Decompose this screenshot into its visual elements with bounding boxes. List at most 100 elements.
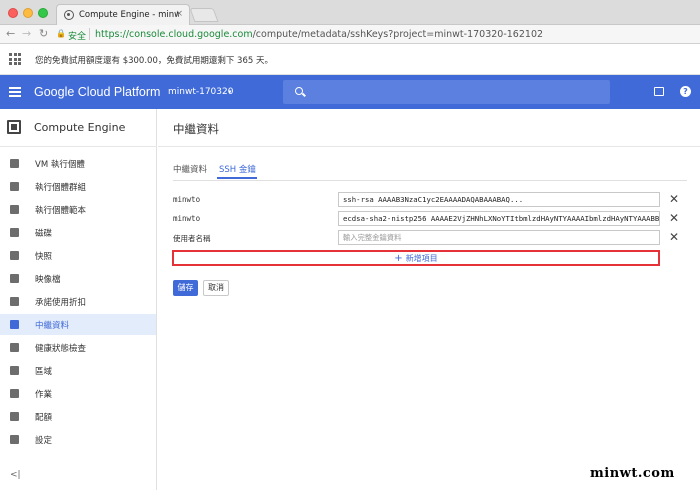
gcp-header: Google Cloud Platform minwt-170320 ▾ ? [0,75,700,109]
sidebar-item-label: 健康狀態檢查 [35,344,87,354]
ssh-key-username: minwto [173,214,201,223]
gear-icon [10,435,19,444]
ssh-key-field[interactable]: ssh-rsa AAAAB3NzaC1yc2EAAAADAQABAAABAQ..… [338,192,660,207]
tab-title: Compute Engine - minwt-1703 [79,10,179,20]
sidebar-header: Compute Engine [0,109,157,147]
search-input[interactable] [283,80,610,104]
sidebar-item-quotas[interactable]: 配額 [0,406,156,427]
add-item-label: 新增項目 [405,253,438,263]
tab-ssh-keys[interactable]: SSH 金鑰 [219,163,256,175]
metadata-list-icon [10,320,19,329]
sidebar-item-operations[interactable]: 作業 [0,383,156,404]
sidebar-item-instance-groups[interactable]: 執行個體群組 [0,176,156,197]
sidebar-item-images[interactable]: 映像檔 [0,268,156,289]
tab-metadata[interactable]: 中繼資料 [173,163,207,175]
instance-groups-icon [10,182,19,191]
sidebar-item-label: 配額 [35,413,53,423]
health-check-icon [10,343,19,352]
save-button[interactable]: 儲存 [173,280,198,296]
image-icon [10,274,19,283]
sidebar-item-vm-instances[interactable]: VM 執行個體 [0,153,156,174]
maximize-window-button[interactable] [38,8,48,18]
back-arrow-icon[interactable]: ← [6,27,15,40]
search-icon [295,87,303,95]
ssh-key-row: minwto ssh-rsa AAAAB3NzaC1yc2EAAAADAQABA… [173,192,693,207]
cancel-button[interactable]: 取消 [203,280,229,296]
project-caret-icon[interactable]: ▾ [228,88,232,96]
sidebar-item-committed-use[interactable]: 承諾使用折扣 [0,291,156,312]
apps-grid-icon[interactable] [9,53,21,65]
compute-engine-favicon-icon [64,10,74,20]
project-selector[interactable]: minwt-170320 [168,87,233,97]
url-input[interactable]: https://console.cloud.google.com/compute… [95,29,543,40]
add-item-button[interactable]: + 新增項目 [172,250,660,266]
sidebar-item-label: 中繼資料 [35,321,70,331]
zones-grid-icon [10,366,19,375]
snapshot-icon [10,251,19,260]
gcp-title[interactable]: Google Cloud Platform [34,85,160,99]
new-tab-button[interactable] [189,8,219,22]
collapse-sidebar-icon[interactable]: <| [10,470,21,480]
secure-label: 安全 [68,32,87,42]
browser-tab[interactable]: Compute Engine - minwt-1703 × [56,4,190,25]
url-path: /compute/metadata/sshKeys?project=minwt-… [252,29,544,40]
ssh-key-row: minwto ecdsa-sha2-nistp256 AAAAE2VjZHNhL… [173,211,693,226]
free-trial-text: 您的免費試用額度還有 $300.00，免費試用期還剩下 365 天。 [35,56,273,66]
ssh-key-row-new: 使用者名稱 輸入完整金鑰資料 ✕ [173,230,693,245]
vm-instances-icon [10,159,19,168]
sidebar-item-label: 映像檔 [35,275,61,285]
sidebar: Compute Engine VM 執行個體 執行個體群組 執行個體範本 磁碟 … [0,109,157,490]
watermark: minwt.com [590,466,675,481]
help-icon[interactable]: ? [680,86,691,97]
sidebar-item-label: 快照 [35,252,53,262]
cloud-shell-icon[interactable] [654,87,664,96]
close-window-button[interactable] [8,8,18,18]
sidebar-item-zones[interactable]: 區域 [0,360,156,381]
reload-icon[interactable]: ↻ [39,27,48,40]
sidebar-item-label: 執行個體群組 [35,183,87,193]
new-ssh-key-input[interactable]: 輸入完整金鑰資料 [338,230,660,245]
lock-icon: 🔒 [56,29,66,38]
sidebar-item-snapshots[interactable]: 快照 [0,245,156,266]
clock-icon [10,389,19,398]
free-trial-bar: 您的免費試用額度還有 $300.00，免費試用期還剩下 365 天。 [0,44,700,75]
disk-icon [10,228,19,237]
username-label: 使用者名稱 [173,234,211,243]
sidebar-item-instance-templates[interactable]: 執行個體範本 [0,199,156,220]
plus-icon: + [394,252,403,264]
sidebar-item-disks[interactable]: 磁碟 [0,222,156,243]
delete-icon[interactable]: ✕ [669,192,679,206]
sidebar-item-label: VM 執行個體 [35,160,85,170]
delete-icon[interactable]: ✕ [669,211,679,225]
ssh-key-username: minwto [173,195,201,204]
main-content: 中繼資料 中繼資料 SSH 金鑰 minwto ssh-rsa AAAAB3Nz… [158,109,700,490]
sidebar-item-health-checks[interactable]: 健康狀態檢查 [0,337,156,358]
sidebar-item-settings[interactable]: 設定 [0,429,156,450]
active-tab-indicator [217,177,257,179]
tabs-divider [173,180,687,181]
compute-engine-chip-icon [7,120,21,134]
page-title: 中繼資料 [173,122,219,136]
sidebar-item-label: 磁碟 [35,229,53,239]
tab-close-icon[interactable]: × [175,9,183,19]
sidebar-item-label: 執行個體範本 [35,206,87,216]
sidebar-item-label: 設定 [35,436,53,446]
main-header: 中繼資料 [158,109,700,147]
committed-use-icon [10,297,19,306]
sidebar-item-label: 區域 [35,367,53,377]
quota-icon [10,412,19,421]
hamburger-menu-icon[interactable] [9,87,21,97]
url-separator [89,28,90,40]
instance-templates-icon [10,205,19,214]
url-host: https://console.cloud.google.com [95,29,253,40]
minimize-window-button[interactable] [23,8,33,18]
forward-arrow-icon[interactable]: → [22,27,31,40]
ssh-key-field[interactable]: ecdsa-sha2-nistp256 AAAAE2VjZHNhLXNoYTIt… [338,211,660,226]
sidebar-item-label: 作業 [35,390,53,400]
sidebar-item-metadata[interactable]: 中繼資料 [0,314,156,335]
browser-tab-bar: Compute Engine - minwt-1703 × [0,0,700,25]
sidebar-title: Compute Engine [34,121,126,134]
address-bar: ← → ↻ 🔒 安全 https://console.cloud.google.… [0,25,700,44]
delete-icon[interactable]: ✕ [669,230,679,244]
sidebar-item-label: 承諾使用折扣 [35,298,87,308]
